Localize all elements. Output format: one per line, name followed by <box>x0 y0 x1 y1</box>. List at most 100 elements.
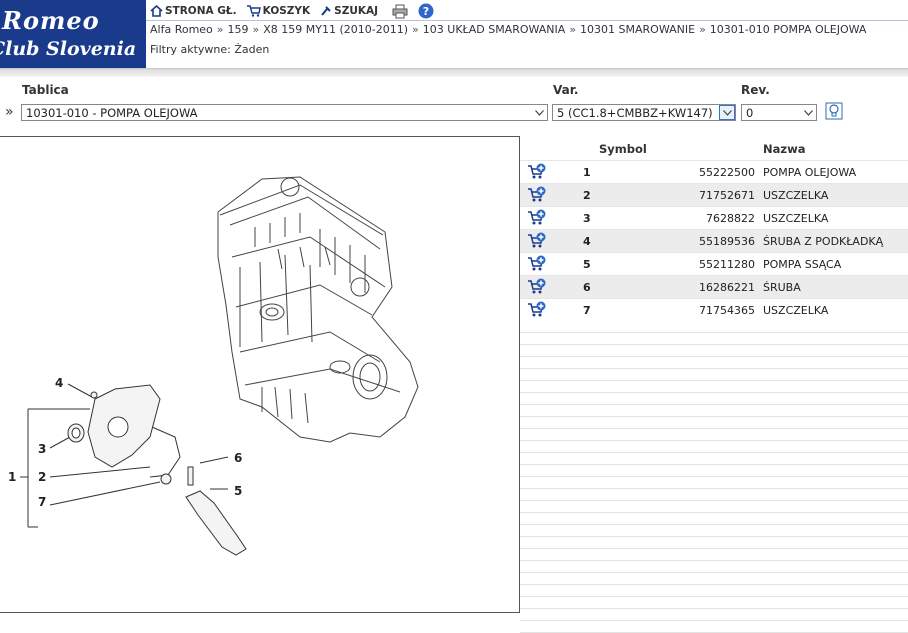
table-row: 4 55189536 ŚRUBA Z PODKŁADKĄ <box>520 229 908 252</box>
breadcrumb-item[interactable]: 10301-010 POMPA OLEJOWA <box>710 23 867 36</box>
breadcrumb: Alfa Romeo» 159» X8 159 MY11 (2010-2011)» 1… <box>150 23 867 36</box>
empty-row <box>520 477 908 489</box>
svg-text:?: ? <box>423 5 429 18</box>
empty-row <box>520 549 908 561</box>
empty-row <box>520 465 908 477</box>
callout-label: 5 <box>234 484 242 498</box>
logo[interactable]: Romeo Club Slovenia <box>0 0 146 68</box>
empty-row <box>520 609 908 621</box>
print-icon[interactable] <box>392 4 408 19</box>
table-row: 2 71752671 USZCZELKA <box>520 183 908 206</box>
breadcrumb-item[interactable]: 10301 SMAROWANIE <box>580 23 695 36</box>
row-name: ŚRUBA <box>763 281 801 294</box>
breadcrumb-item[interactable]: 159 <box>228 23 249 36</box>
nav-home-label: STRONA GŁ. <box>165 5 237 17</box>
row-symbol[interactable]: 16286221 <box>640 281 755 294</box>
empty-row <box>520 513 908 525</box>
empty-row <box>520 405 908 417</box>
row-name: POMPA SSĄCA <box>763 258 842 271</box>
row-position: 7 <box>583 304 591 317</box>
add-to-cart-icon[interactable] <box>527 301 547 319</box>
table-row: 6 16286221 ŚRUBA <box>520 275 908 298</box>
row-position: 2 <box>583 189 591 202</box>
row-name: USZCZELKA <box>763 212 829 225</box>
row-name: USZCZELKA <box>763 304 829 317</box>
nav-cart[interactable]: KOSZYK <box>246 5 311 17</box>
active-filters: Filtry aktywne: Żaden <box>150 43 270 56</box>
table-row: 3 7628822 USZCZELKA <box>520 206 908 229</box>
row-name: ŚRUBA Z PODKŁADKĄ <box>763 235 884 248</box>
rev-select-value: 0 <box>746 106 754 120</box>
row-symbol[interactable]: 55222500 <box>640 166 755 179</box>
rev-select[interactable]: 0 <box>741 104 817 121</box>
engine-drawing: 4 3 1 2 7 6 5 <box>8 176 419 556</box>
row-position: 6 <box>583 281 591 294</box>
empty-row <box>520 321 908 333</box>
row-name: POMPA OLEJOWA <box>763 166 857 179</box>
rev-label: Rev. <box>741 83 770 97</box>
parts-table: Symbol Nazwa 1 55222500 POMPA OLEJOWA 2 7175… <box>520 138 908 633</box>
row-position: 1 <box>583 166 591 179</box>
breadcrumb-item[interactable]: X8 159 MY11 (2010-2011) <box>263 23 408 36</box>
chevron-down-icon <box>800 105 816 120</box>
row-symbol[interactable]: 71752671 <box>640 189 755 202</box>
header-bar <box>0 68 908 77</box>
callout-label: 2 <box>38 470 46 484</box>
empty-row <box>520 381 908 393</box>
nav-home[interactable]: STRONA GŁ. <box>150 5 237 17</box>
var-select-value: 5 (CC1.8+CMBBZ+KW147) <box>557 106 713 120</box>
help-icon[interactable]: ? <box>418 3 434 19</box>
nav-search-label: SZUKAJ <box>334 5 379 17</box>
empty-row <box>520 393 908 405</box>
empty-row <box>520 345 908 357</box>
empty-row <box>520 357 908 369</box>
nav-cart-label: KOSZYK <box>262 5 311 17</box>
empty-row <box>520 441 908 453</box>
callout-label: 6 <box>234 451 242 465</box>
table-body: 1 55222500 POMPA OLEJOWA 2 71752671 USZCZELKA… <box>520 160 908 321</box>
row-symbol[interactable]: 71754365 <box>640 304 755 317</box>
row-symbol[interactable]: 55211280 <box>640 258 755 271</box>
chevron-down-icon <box>531 105 547 120</box>
table-row: 1 55222500 POMPA OLEJOWA <box>520 160 908 183</box>
breadcrumb-item[interactable]: 103 UKŁAD SMAROWANIA <box>423 23 566 36</box>
empty-row <box>520 525 908 537</box>
empty-row <box>520 621 908 633</box>
table-header: Symbol Nazwa <box>520 138 908 160</box>
add-to-cart-icon[interactable] <box>527 278 547 296</box>
callout-label: 4 <box>55 376 63 390</box>
add-to-cart-icon[interactable] <box>527 255 547 273</box>
lightbulb-icon[interactable] <box>825 102 843 120</box>
add-to-cart-icon[interactable] <box>527 163 547 181</box>
empty-row <box>520 573 908 585</box>
header-nazwa: Nazwa <box>763 142 806 156</box>
double-chevron-icon: » <box>5 104 14 120</box>
empty-rows <box>520 321 908 633</box>
search-icon <box>321 6 331 16</box>
var-label: Var. <box>553 83 579 97</box>
add-to-cart-icon[interactable] <box>527 232 547 250</box>
row-position: 5 <box>583 258 591 271</box>
empty-row <box>520 453 908 465</box>
tablica-select[interactable]: 10301-010 - POMPA OLEJOWA <box>21 104 548 121</box>
cart-icon <box>246 5 261 17</box>
empty-row <box>520 429 908 441</box>
home-icon <box>150 5 163 17</box>
empty-row <box>520 597 908 609</box>
breadcrumb-item[interactable]: Alfa Romeo <box>150 23 213 36</box>
tablica-label: Tablica <box>22 83 69 97</box>
add-to-cart-icon[interactable] <box>527 209 547 227</box>
row-symbol[interactable]: 55189536 <box>640 235 755 248</box>
callout-label: 1 <box>8 470 16 484</box>
empty-row <box>520 489 908 501</box>
add-to-cart-icon[interactable] <box>527 186 547 204</box>
var-select[interactable]: 5 (CC1.8+CMBBZ+KW147) <box>552 104 736 121</box>
divider <box>146 20 908 21</box>
empty-row <box>520 417 908 429</box>
empty-row <box>520 561 908 573</box>
row-symbol[interactable]: 7628822 <box>640 212 755 225</box>
table-row: 7 71754365 USZCZELKA <box>520 298 908 321</box>
callout-label: 7 <box>38 495 46 509</box>
nav-search[interactable]: SZUKAJ <box>320 5 378 17</box>
table-row: 5 55211280 POMPA SSĄCA <box>520 252 908 275</box>
